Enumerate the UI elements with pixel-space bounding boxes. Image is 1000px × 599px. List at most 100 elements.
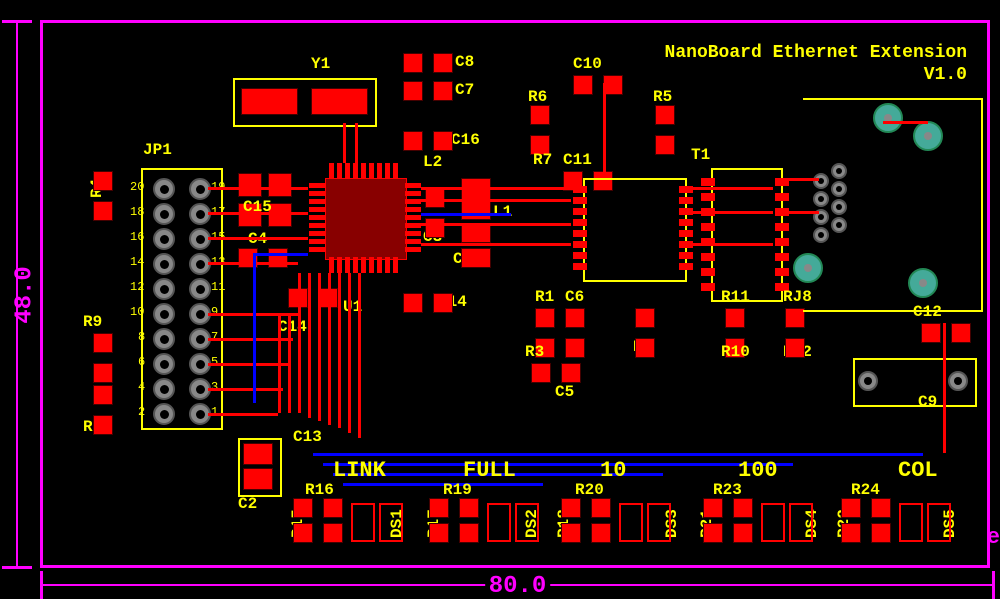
horizontal-dim-value: 80.0 <box>485 573 551 599</box>
btrace <box>253 253 256 403</box>
pin-number: 8 <box>138 330 145 344</box>
r19-label: R19 <box>443 481 472 499</box>
trace <box>693 187 773 190</box>
ten-label: 10 <box>600 458 626 483</box>
ic-pin <box>679 186 693 193</box>
r-pad <box>733 498 753 518</box>
r9-pad <box>93 333 113 353</box>
c6-pad <box>565 308 585 328</box>
jp1-pin <box>153 403 175 425</box>
c8-label: C8 <box>455 53 474 71</box>
t1-pin <box>775 268 789 276</box>
c8-pad <box>433 53 453 73</box>
hundred-label: 100 <box>738 458 778 483</box>
r-pad <box>429 498 449 518</box>
trace <box>318 273 321 421</box>
rj-pin <box>813 173 829 189</box>
l1-label: L1 <box>493 203 512 221</box>
u1-pin <box>353 257 358 273</box>
led-pad <box>487 503 511 542</box>
u1-pin <box>329 163 334 179</box>
r11-label: R11 <box>721 288 750 306</box>
ic-pin <box>679 208 693 215</box>
u1-pin <box>309 223 325 228</box>
board-version: V1.0 <box>924 65 967 85</box>
c16-pad <box>403 131 423 151</box>
u1-pin <box>309 191 325 196</box>
c8-pad <box>403 53 423 73</box>
t1-pin <box>701 268 715 276</box>
pin-number: 14 <box>130 255 144 269</box>
trace <box>308 273 311 418</box>
r-pad <box>561 523 581 543</box>
trace <box>355 123 358 163</box>
pin-number: 11 <box>211 280 225 294</box>
r14-pad <box>433 293 453 313</box>
t1-pin <box>775 238 789 246</box>
ic-pin <box>573 219 587 226</box>
jp1-label: JP1 <box>143 141 172 159</box>
pin-number: 18 <box>130 205 144 219</box>
pin-number: 7 <box>211 330 218 344</box>
t1-pin <box>775 208 789 216</box>
pin-number: 1 <box>211 405 218 419</box>
r9-label: R9 <box>83 313 102 331</box>
board-outline: NanoBoard Ethernet Extension V1.0 JP1 20… <box>40 20 990 568</box>
r10-label: R10 <box>721 343 750 361</box>
btrace <box>313 453 923 456</box>
c12-label: C12 <box>913 303 942 321</box>
pin-number: 10 <box>130 305 144 319</box>
jp1-pin <box>153 253 175 275</box>
t1-pin <box>775 178 789 186</box>
jp1-pin <box>153 278 175 300</box>
r-pad <box>323 523 343 543</box>
t1-pin <box>701 178 715 186</box>
rj-pin <box>831 199 847 215</box>
jp1-pin <box>153 228 175 250</box>
led-pad <box>761 503 785 542</box>
r5-pad <box>655 135 675 155</box>
r20-label: R20 <box>575 481 604 499</box>
u1-pin <box>309 247 325 252</box>
u1-pin <box>385 163 390 179</box>
led-pad <box>351 503 375 542</box>
u1-pin <box>361 257 366 273</box>
r-pad <box>459 498 479 518</box>
r23-label: R23 <box>713 481 742 499</box>
l2-label: L2 <box>423 153 442 171</box>
r6-label: R6 <box>528 88 547 106</box>
u1-pin <box>353 163 358 179</box>
mount-hole <box>793 253 823 283</box>
c6-label: C6 <box>565 288 584 306</box>
rj-pin <box>813 227 829 243</box>
l1-pad <box>461 248 491 268</box>
r-pad <box>293 498 313 518</box>
r-pad <box>459 523 479 543</box>
c5-label: C5 <box>555 383 574 401</box>
u1-pin <box>309 215 325 220</box>
btrace <box>421 213 511 216</box>
ic-pin <box>573 208 587 215</box>
c14-label: C14 <box>278 318 307 336</box>
trace <box>208 187 308 190</box>
pin-number: 12 <box>130 280 144 294</box>
rj-pin <box>831 181 847 197</box>
u1-pin <box>309 231 325 236</box>
board-title: NanoBoard Ethernet Extension <box>665 43 967 63</box>
u1-pin <box>405 183 421 188</box>
pin-number: 20 <box>130 180 144 194</box>
y1-label: Y1 <box>311 55 330 73</box>
ic-pin <box>679 219 693 226</box>
trace <box>789 211 819 214</box>
r2-pad <box>635 338 655 358</box>
c11-label: C11 <box>563 151 592 169</box>
pcb-layout-view: 48.0 80.0 .Le NanoBoard Ethernet Extensi… <box>0 0 1000 599</box>
r1-pad <box>535 308 555 328</box>
led-pad <box>647 503 671 542</box>
r8-pad <box>93 385 113 405</box>
btrace <box>253 253 308 256</box>
c10-label: C10 <box>573 55 602 73</box>
t1-pin <box>701 223 715 231</box>
r7-label: R7 <box>533 151 552 169</box>
c13-label: C13 <box>293 428 322 446</box>
